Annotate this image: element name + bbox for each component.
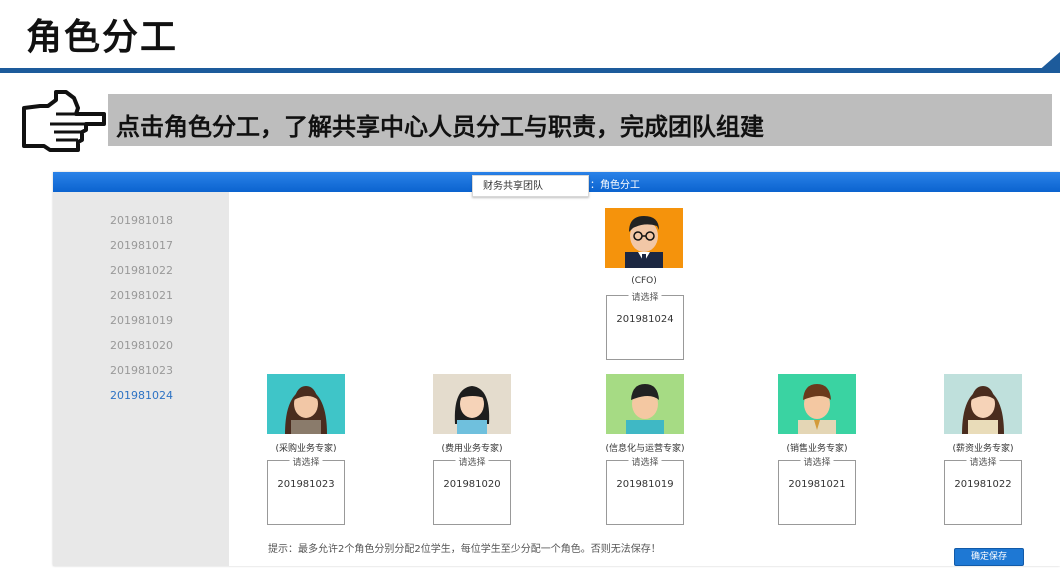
role-name: (销售业务专家) — [786, 444, 848, 454]
sidebar-item-student[interactable]: 201981020 — [110, 339, 173, 352]
role-assignment-window: 财务共享团队 ：角色分工 201981018 201981017 2019810… — [53, 172, 1060, 566]
save-button[interactable]: 确定保存 — [954, 548, 1024, 566]
assign-placeholder: 请选择 — [966, 455, 1000, 468]
hint-text: 提示：最多允许2个角色分别分配2位学生，每位学生至少分配一个角色。否则无法保存！ — [268, 544, 661, 555]
role-name-cfo: (CFO) — [631, 276, 657, 286]
sidebar-item-student[interactable]: 201981021 — [110, 289, 173, 302]
title-divider — [0, 68, 1060, 73]
student-sidebar: 201981018 201981017 201981022 201981021 … — [53, 192, 229, 566]
assigned-student: 201981020 — [443, 479, 501, 490]
pointing-hand-icon — [22, 90, 106, 152]
sales-expert-avatar[interactable] — [778, 374, 856, 434]
assign-box[interactable]: 请选择 201981023 — [267, 455, 345, 525]
sidebar-item-student-selected[interactable]: 201981024 — [110, 389, 173, 402]
cfo-avatar[interactable] — [605, 208, 683, 268]
salary-expert-avatar[interactable] — [944, 374, 1022, 434]
slide-title: 角色分工 — [26, 17, 179, 58]
assigned-student: 201981021 — [788, 479, 846, 490]
team-select-dropdown[interactable]: 财务共享团队 — [472, 175, 589, 197]
assigned-student: 201981023 — [277, 479, 335, 490]
assigned-student: 201981019 — [616, 479, 674, 490]
assign-placeholder: 请选择 — [455, 455, 489, 468]
sidebar-item-student[interactable]: 201981017 — [110, 239, 173, 252]
assigned-student: 201981022 — [954, 479, 1012, 490]
role-name: (信息化与运营专家) — [605, 444, 685, 454]
corner-accent — [1036, 52, 1060, 73]
expense-expert-avatar[interactable] — [433, 374, 511, 434]
assign-placeholder: 请选择 — [289, 455, 323, 468]
purchasing-expert-avatar[interactable] — [267, 374, 345, 434]
assigned-student: 201981024 — [616, 314, 674, 325]
header-breadcrumb: ：角色分工 — [590, 180, 640, 191]
instruction-text: 点击角色分工，了解共享中心人员分工与职责，完成团队组建 — [116, 113, 764, 141]
sidebar-item-student[interactable]: 201981022 — [110, 264, 173, 277]
instruction-banner: 点击角色分工，了解共享中心人员分工与职责，完成团队组建 — [108, 94, 1052, 146]
assign-box[interactable]: 请选择 201981021 — [778, 455, 856, 525]
sidebar-item-student[interactable]: 201981018 — [110, 214, 173, 227]
role-name: (费用业务专家) — [441, 444, 503, 454]
role-name: (薪资业务专家) — [952, 444, 1014, 454]
sidebar-item-student[interactable]: 201981019 — [110, 314, 173, 327]
assign-box[interactable]: 请选择 201981019 — [606, 455, 684, 525]
assign-placeholder: 请选择 — [628, 290, 662, 303]
role-name: (采购业务专家) — [275, 444, 337, 454]
assign-box[interactable]: 请选择 201981022 — [944, 455, 1022, 525]
assign-box-cfo[interactable]: 请选择 201981024 — [606, 290, 684, 360]
assign-placeholder: 请选择 — [800, 455, 834, 468]
sidebar-item-student[interactable]: 201981023 — [110, 364, 173, 377]
it-ops-expert-avatar[interactable] — [606, 374, 684, 434]
assign-placeholder: 请选择 — [628, 455, 662, 468]
assign-box[interactable]: 请选择 201981020 — [433, 455, 511, 525]
